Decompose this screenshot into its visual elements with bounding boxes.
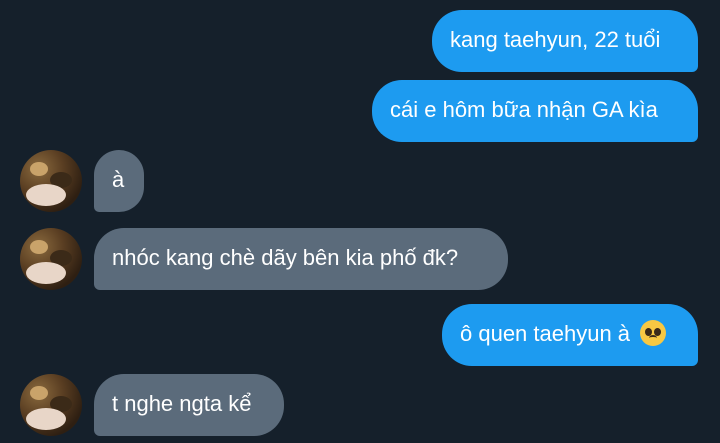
- sent-message[interactable]: kang taehyun, 22 tuổi: [432, 10, 698, 72]
- pleading-face-emoji: [640, 320, 667, 346]
- avatar[interactable]: [20, 228, 82, 290]
- message-text: cái e hôm bữa nhận GA kìa: [390, 97, 658, 122]
- chat-thread: kang taehyun, 22 tuổi cái e hôm bữa nhận…: [0, 0, 720, 443]
- sent-message[interactable]: ô quen taehyun à: [442, 304, 698, 366]
- message-text: t nghe ngta kể: [112, 391, 252, 416]
- message-text: kang taehyun, 22 tuổi: [450, 27, 661, 52]
- received-message[interactable]: t nghe ngta kể: [94, 374, 284, 436]
- avatar[interactable]: [20, 150, 82, 212]
- avatar-detail: [30, 240, 48, 254]
- avatar-detail: [26, 408, 66, 430]
- avatar-detail: [30, 162, 48, 176]
- message-text: à: [112, 167, 125, 192]
- avatar-detail: [30, 386, 48, 400]
- message-text: ô quen taehyun à: [460, 321, 631, 346]
- avatar-detail: [26, 262, 66, 284]
- message-text: nhóc kang chè dãy bên kia phố đk?: [112, 245, 459, 270]
- avatar-detail: [26, 184, 66, 206]
- received-message[interactable]: à: [94, 150, 144, 212]
- sent-message[interactable]: cái e hôm bữa nhận GA kìa: [372, 80, 698, 142]
- avatar[interactable]: [20, 374, 82, 436]
- received-message[interactable]: nhóc kang chè dãy bên kia phố đk?: [94, 228, 508, 290]
